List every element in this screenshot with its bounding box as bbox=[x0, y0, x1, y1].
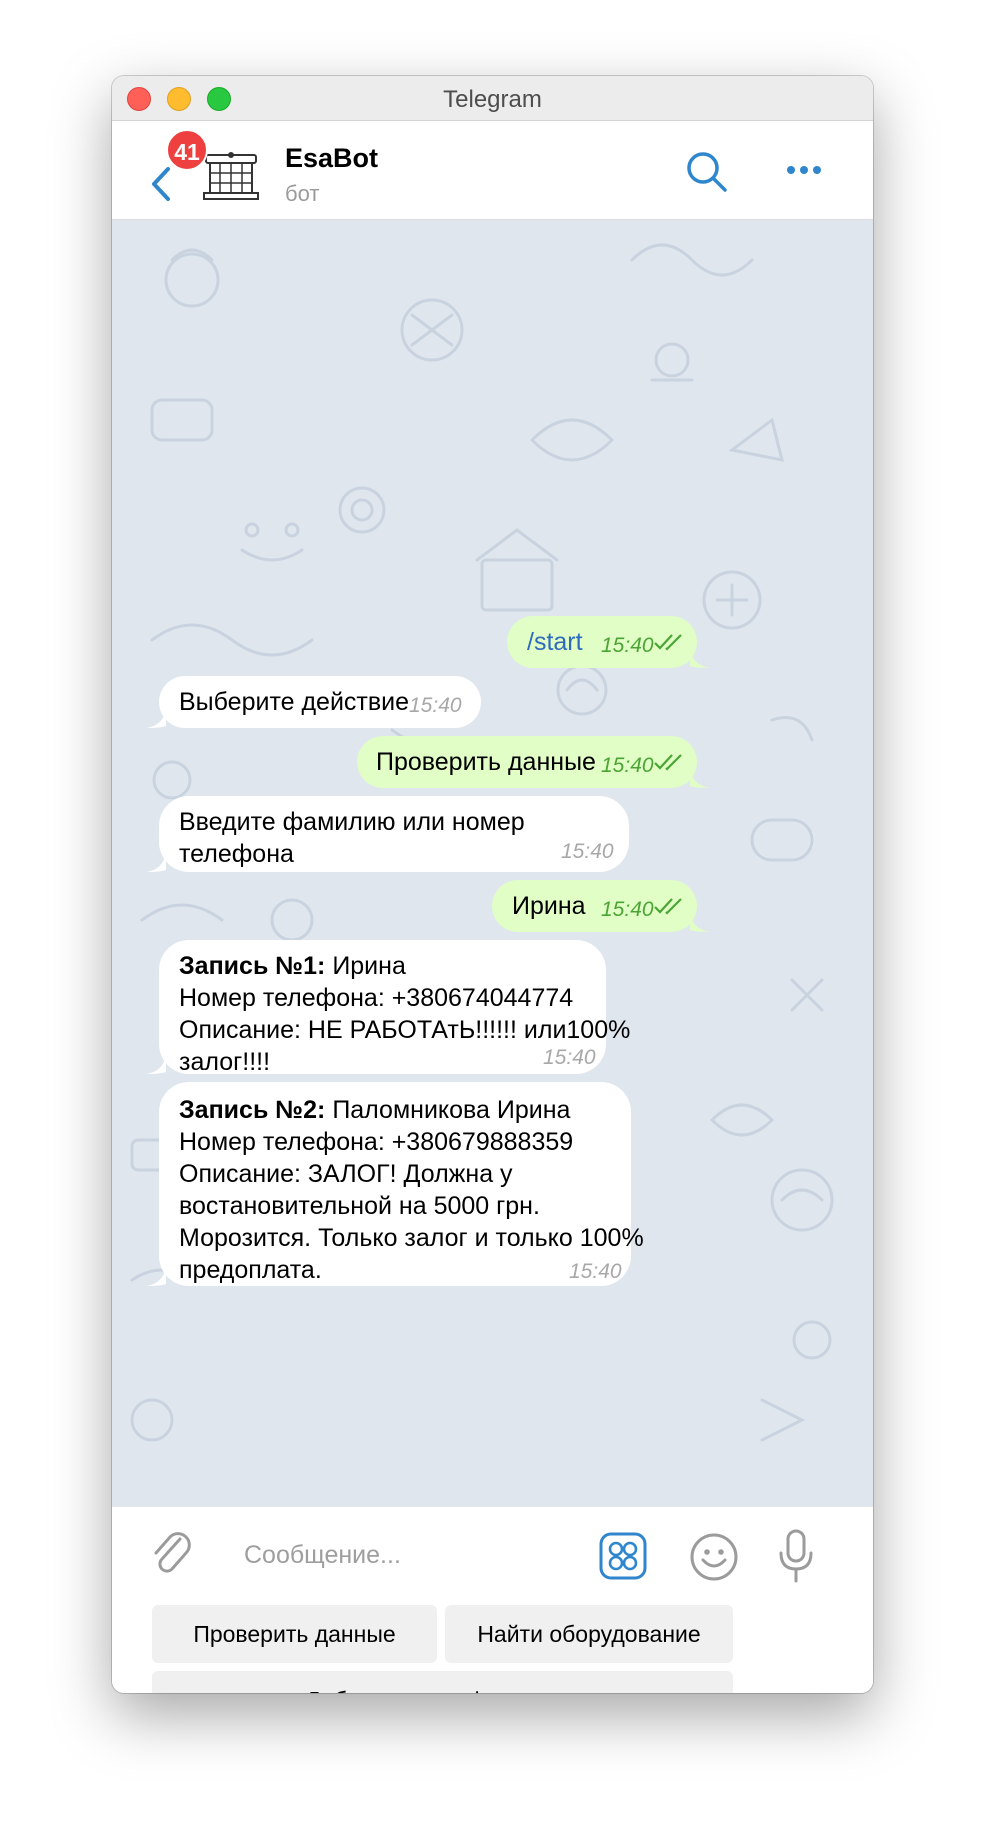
message-text: /start bbox=[527, 628, 583, 656]
message-time: 15:40 bbox=[569, 1260, 622, 1283]
message-time: 15:40 bbox=[601, 754, 654, 777]
bubble-tail bbox=[690, 914, 710, 932]
paperclip-icon[interactable] bbox=[150, 1525, 194, 1581]
chat-header: 41 EsaBot бот bbox=[112, 121, 873, 220]
keyboard-button-find-equipment[interactable]: Найти оборудование bbox=[445, 1605, 733, 1663]
record-line: востановительной на 5000 грн. bbox=[179, 1192, 540, 1220]
incoming-message[interactable]: Запись №2: Паломникова Ирина Номер телеф… bbox=[159, 1082, 644, 1286]
message-time: 15:40 bbox=[561, 840, 614, 863]
record-title-line: Запись №1: Ирина bbox=[179, 950, 406, 982]
message-time: 15:40 bbox=[543, 1046, 596, 1069]
chat-title[interactable]: EsaBot bbox=[285, 143, 378, 174]
double-check-icon bbox=[654, 754, 682, 771]
bot-avatar[interactable] bbox=[202, 149, 260, 203]
bubble-tail bbox=[146, 710, 166, 728]
keyboard-button-add-info[interactable]: Добавление информации bbox=[152, 1671, 733, 1693]
emoji-icon[interactable] bbox=[688, 1531, 740, 1583]
outgoing-message[interactable]: Ирина 15:40 bbox=[492, 880, 697, 932]
bubble-tail bbox=[146, 1268, 166, 1286]
record-line: залог!!!! bbox=[179, 1048, 271, 1076]
incoming-message[interactable]: Выберите действие 15:40 bbox=[159, 676, 481, 728]
message-input[interactable] bbox=[242, 1529, 606, 1581]
composer: Проверить данные Найти оборудование Доба… bbox=[112, 1506, 873, 1693]
record-line: Описание: ЗАЛОГ! Должна у bbox=[179, 1160, 513, 1188]
message-text: Ирина bbox=[512, 892, 586, 920]
more-dots-icon[interactable] bbox=[779, 155, 829, 185]
message-text: Проверить данные bbox=[376, 748, 596, 776]
message-list[interactable]: /start 15:40 Выберите действие 15:40 Про… bbox=[112, 220, 873, 1506]
record-line: предоплата. bbox=[179, 1256, 322, 1284]
chat-status: бот bbox=[285, 181, 320, 206]
outgoing-message[interactable]: /start 15:40 bbox=[507, 616, 697, 668]
message-text: Выберите действие bbox=[179, 688, 410, 716]
incoming-message[interactable]: Введите фамилию или номер телефона 15:40 bbox=[159, 796, 629, 872]
record-title: Запись №1: bbox=[179, 952, 326, 980]
microphone-icon[interactable] bbox=[776, 1527, 816, 1585]
window-title: Telegram bbox=[443, 86, 542, 113]
record-line: Морозится. Только залог и только 100% bbox=[179, 1224, 644, 1252]
message-time: 15:40 bbox=[601, 898, 654, 921]
title-bar: Telegram bbox=[112, 76, 873, 121]
double-check-icon bbox=[654, 634, 682, 651]
record-title-line: Запись №2: Паломникова Ирина bbox=[179, 1094, 570, 1126]
message-time: 15:40 bbox=[409, 694, 462, 717]
record-name: Ирина bbox=[332, 952, 406, 980]
record-line: Номер телефона: +380679888359 bbox=[179, 1128, 574, 1156]
record-title: Запись №2: bbox=[179, 1096, 326, 1124]
bubble-tail bbox=[146, 854, 166, 872]
message-time: 15:40 bbox=[601, 634, 654, 657]
incoming-message[interactable]: Запись №1: Ирина Номер телефона: +380674… bbox=[159, 940, 630, 1076]
record-name: Паломникова Ирина bbox=[332, 1096, 571, 1124]
bubble-tail bbox=[146, 1056, 166, 1074]
record-line: Номер телефона: +380674044774 bbox=[179, 984, 574, 1012]
bubble-tail bbox=[690, 770, 710, 788]
search-icon[interactable] bbox=[682, 147, 732, 197]
telegram-window: Telegram 41 EsaBot бот /start 15:40 Выбе… bbox=[112, 76, 873, 1693]
unread-count-badge: 41 bbox=[166, 129, 208, 171]
outgoing-message[interactable]: Проверить данные 15:40 bbox=[357, 736, 697, 788]
bot-keyboard-icon[interactable] bbox=[598, 1531, 648, 1581]
double-check-icon bbox=[654, 898, 682, 915]
chevron-left-icon[interactable] bbox=[146, 163, 176, 205]
keyboard-button-check-data[interactable]: Проверить данные bbox=[152, 1605, 437, 1663]
bubble-tail bbox=[690, 650, 710, 668]
